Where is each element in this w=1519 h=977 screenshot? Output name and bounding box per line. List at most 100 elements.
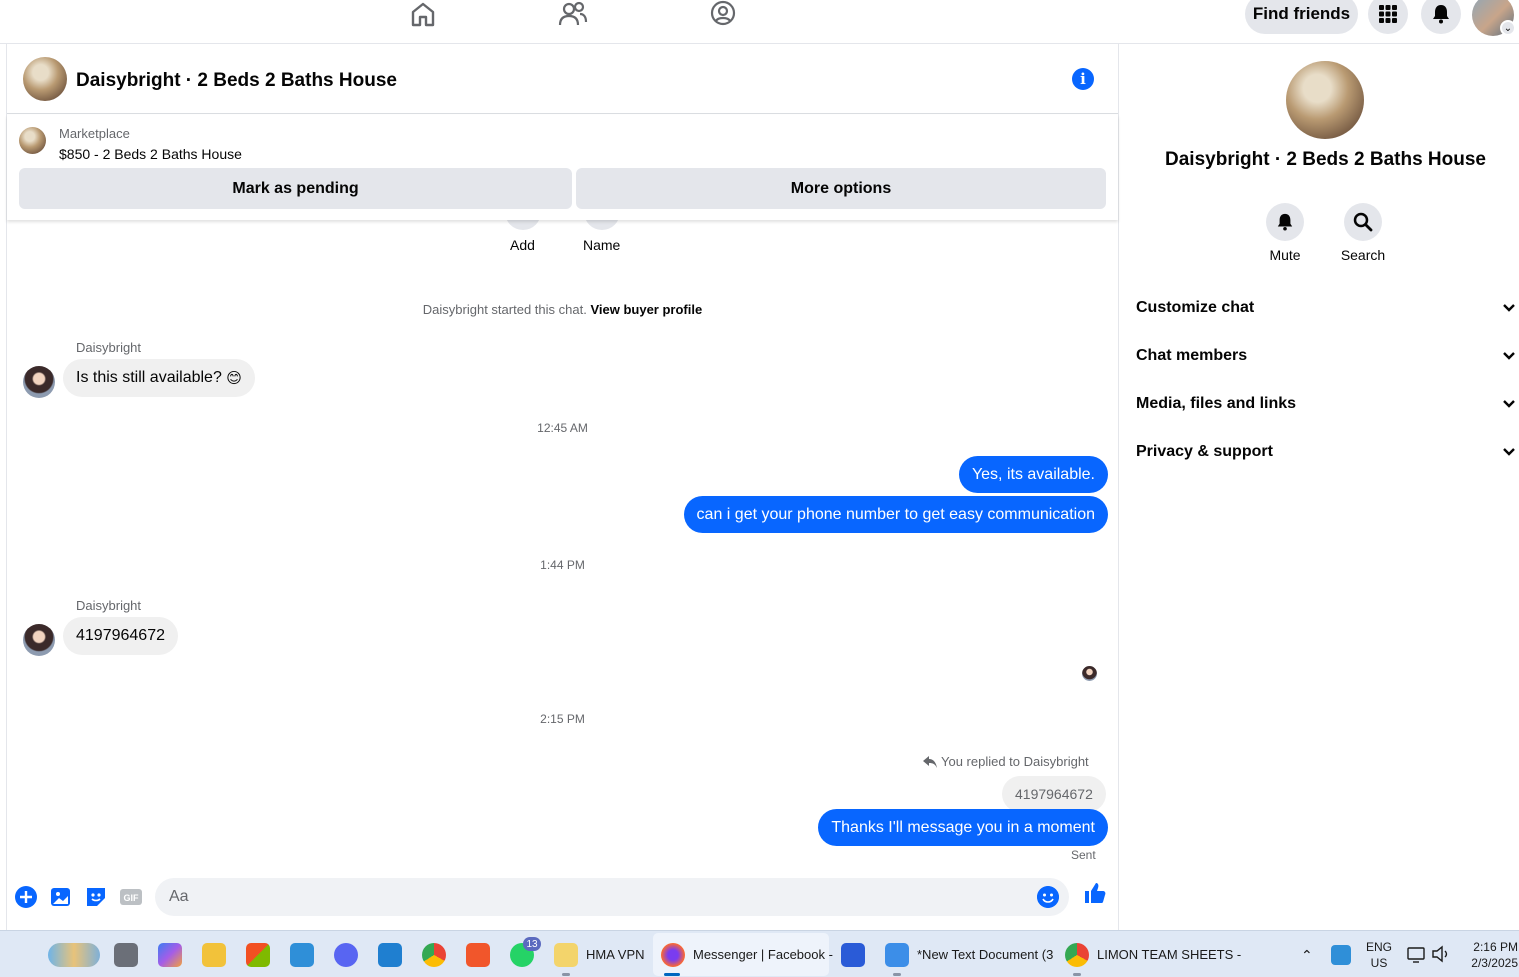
marketplace-listing-bar: Marketplace $850 - 2 Beds 2 Baths House … bbox=[7, 115, 1118, 220]
sender-name: Daisybright bbox=[76, 598, 142, 613]
chat-avatar[interactable] bbox=[23, 57, 67, 101]
mark-as-pending-button[interactable]: Mark as pending bbox=[19, 168, 572, 209]
listing-title[interactable]: $850 - 2 Beds 2 Baths House bbox=[59, 146, 242, 162]
discord-icon[interactable] bbox=[334, 943, 358, 967]
chrome-icon[interactable] bbox=[422, 943, 446, 967]
security-tray-icon[interactable] bbox=[1331, 945, 1351, 965]
chrome-window-label[interactable]: LIMON TEAM SHEETS - bbox=[1097, 947, 1241, 962]
incoming-message[interactable]: Is this still available? 😊 bbox=[63, 359, 255, 397]
home-icon[interactable] bbox=[408, 0, 438, 30]
outgoing-message[interactable]: Thanks I'll message you in a moment bbox=[818, 809, 1108, 846]
mute-button[interactable] bbox=[1266, 203, 1304, 241]
messenger-window-label[interactable]: Messenger | Facebook - bbox=[693, 947, 833, 962]
clock[interactable]: 2:16 PM 2/3/2025 bbox=[1460, 939, 1518, 971]
language-code: ENG bbox=[1365, 940, 1392, 954]
search-button[interactable] bbox=[1344, 203, 1382, 241]
view-buyer-profile-link[interactable]: View buyer profile bbox=[590, 302, 702, 317]
grid-menu-icon bbox=[1379, 5, 1397, 23]
microsoft-store-icon[interactable] bbox=[246, 943, 270, 967]
section-label: Privacy & support bbox=[1136, 443, 1273, 460]
search-label: Search bbox=[1340, 247, 1386, 263]
brave-icon[interactable] bbox=[466, 943, 490, 967]
menu-button[interactable] bbox=[1368, 0, 1408, 34]
info-icon[interactable]: i bbox=[1072, 68, 1094, 90]
thumbs-up-icon[interactable] bbox=[1083, 881, 1107, 905]
marketplace-label: Marketplace bbox=[59, 126, 130, 141]
windows-taskbar: 13 HMA VPN Messenger | Facebook - *New T… bbox=[0, 930, 1519, 977]
details-avatar[interactable] bbox=[1286, 61, 1364, 139]
outgoing-message[interactable]: can i get your phone number to get easy … bbox=[683, 496, 1108, 533]
chat-column: Daisybright · 2 Beds 2 Baths House i Mar… bbox=[6, 44, 1119, 930]
sticker-icon[interactable] bbox=[84, 885, 108, 909]
notepad-window-label[interactable]: *New Text Document (3 bbox=[917, 947, 1053, 962]
more-options-button[interactable]: More options bbox=[576, 168, 1106, 209]
running-indicator bbox=[1073, 973, 1081, 976]
name-label: Name bbox=[583, 237, 621, 253]
sent-status: Sent bbox=[1071, 848, 1096, 862]
volume-icon[interactable] bbox=[1431, 945, 1451, 963]
file-explorer-icon[interactable] bbox=[202, 943, 226, 967]
copilot-icon[interactable] bbox=[158, 943, 182, 967]
media-files-links-section[interactable]: Media, files and links bbox=[1136, 389, 1516, 419]
chat-details-panel: Daisybright · 2 Beds 2 Baths House Mute … bbox=[1119, 44, 1519, 930]
outgoing-message[interactable]: Yes, its available. bbox=[958, 456, 1108, 493]
listing-thumbnail[interactable] bbox=[19, 127, 46, 154]
chat-header: Daisybright · 2 Beds 2 Baths House i bbox=[7, 44, 1118, 114]
sender-name: Daisybright bbox=[76, 340, 142, 355]
gif-icon[interactable]: GIF bbox=[119, 885, 143, 909]
hma-vpn-icon[interactable] bbox=[554, 943, 578, 967]
chevron-down-icon bbox=[1503, 352, 1515, 360]
incoming-message[interactable]: 4197964672 bbox=[63, 617, 178, 655]
reply-icon bbox=[923, 755, 937, 768]
firefox-icon[interactable] bbox=[661, 943, 685, 967]
customize-chat-section[interactable]: Customize chat bbox=[1136, 293, 1516, 323]
groups-icon[interactable] bbox=[708, 0, 738, 30]
emoji-icon[interactable] bbox=[1037, 886, 1059, 908]
reply-indicator: You replied to Daisybright bbox=[923, 754, 1089, 769]
region-code: US bbox=[1370, 956, 1388, 970]
section-label: Customize chat bbox=[1136, 299, 1255, 316]
app-x-icon[interactable] bbox=[841, 943, 865, 967]
chat-members-section[interactable]: Chat members bbox=[1136, 341, 1516, 371]
chat-started-text: Daisybright started this chat. bbox=[422, 302, 587, 317]
network-icon[interactable] bbox=[1407, 945, 1425, 963]
sender-avatar[interactable] bbox=[23, 366, 55, 398]
task-view-icon[interactable] bbox=[114, 943, 138, 967]
chevron-up-icon[interactable]: ⌃ bbox=[1301, 947, 1313, 964]
plus-icon[interactable] bbox=[14, 885, 38, 909]
reply-text: You replied to Daisybright bbox=[941, 754, 1089, 769]
language-indicator[interactable]: ENG US bbox=[1363, 939, 1395, 971]
timestamp: 2:15 PM bbox=[540, 712, 585, 726]
chevron-down-icon[interactable]: ⌄ bbox=[1500, 20, 1516, 36]
whatsapp-badge: 13 bbox=[523, 937, 541, 951]
clock-date: 2/3/2025 bbox=[1471, 956, 1518, 970]
running-indicator bbox=[893, 973, 901, 976]
photo-icon[interactable] bbox=[49, 885, 73, 909]
add-label: Add bbox=[510, 237, 535, 253]
read-receipt-avatar bbox=[1082, 666, 1097, 681]
bell-icon bbox=[1277, 213, 1293, 231]
sender-avatar[interactable] bbox=[23, 624, 55, 656]
chevron-down-icon bbox=[1503, 400, 1515, 408]
message-text: Is this still available? bbox=[76, 369, 222, 386]
chat-title[interactable]: Daisybright · 2 Beds 2 Baths House bbox=[76, 70, 397, 92]
chrome-icon[interactable] bbox=[1065, 943, 1089, 967]
chevron-down-icon bbox=[1503, 448, 1515, 456]
hma-vpn-label[interactable]: HMA VPN bbox=[586, 947, 645, 962]
privacy-support-section[interactable]: Privacy & support bbox=[1136, 437, 1516, 467]
widgets-icon[interactable] bbox=[48, 943, 100, 967]
mute-label: Mute bbox=[1269, 247, 1301, 263]
quoted-message[interactable]: 4197964672 bbox=[1002, 776, 1106, 812]
timestamp: 12:45 AM bbox=[537, 421, 588, 435]
bell-icon bbox=[1433, 5, 1449, 24]
app-icon[interactable] bbox=[290, 943, 314, 967]
notifications-button[interactable] bbox=[1421, 0, 1461, 34]
message-composer: GIF bbox=[7, 868, 1118, 930]
find-friends-button[interactable]: Find friends bbox=[1245, 0, 1358, 34]
friends-icon[interactable] bbox=[558, 0, 588, 30]
vscode-icon[interactable] bbox=[378, 943, 402, 967]
clock-time: 2:16 PM bbox=[1473, 940, 1518, 954]
message-input[interactable] bbox=[169, 878, 1029, 916]
notepad-icon[interactable] bbox=[885, 943, 909, 967]
details-title: Daisybright · 2 Beds 2 Baths House bbox=[1165, 149, 1486, 170]
